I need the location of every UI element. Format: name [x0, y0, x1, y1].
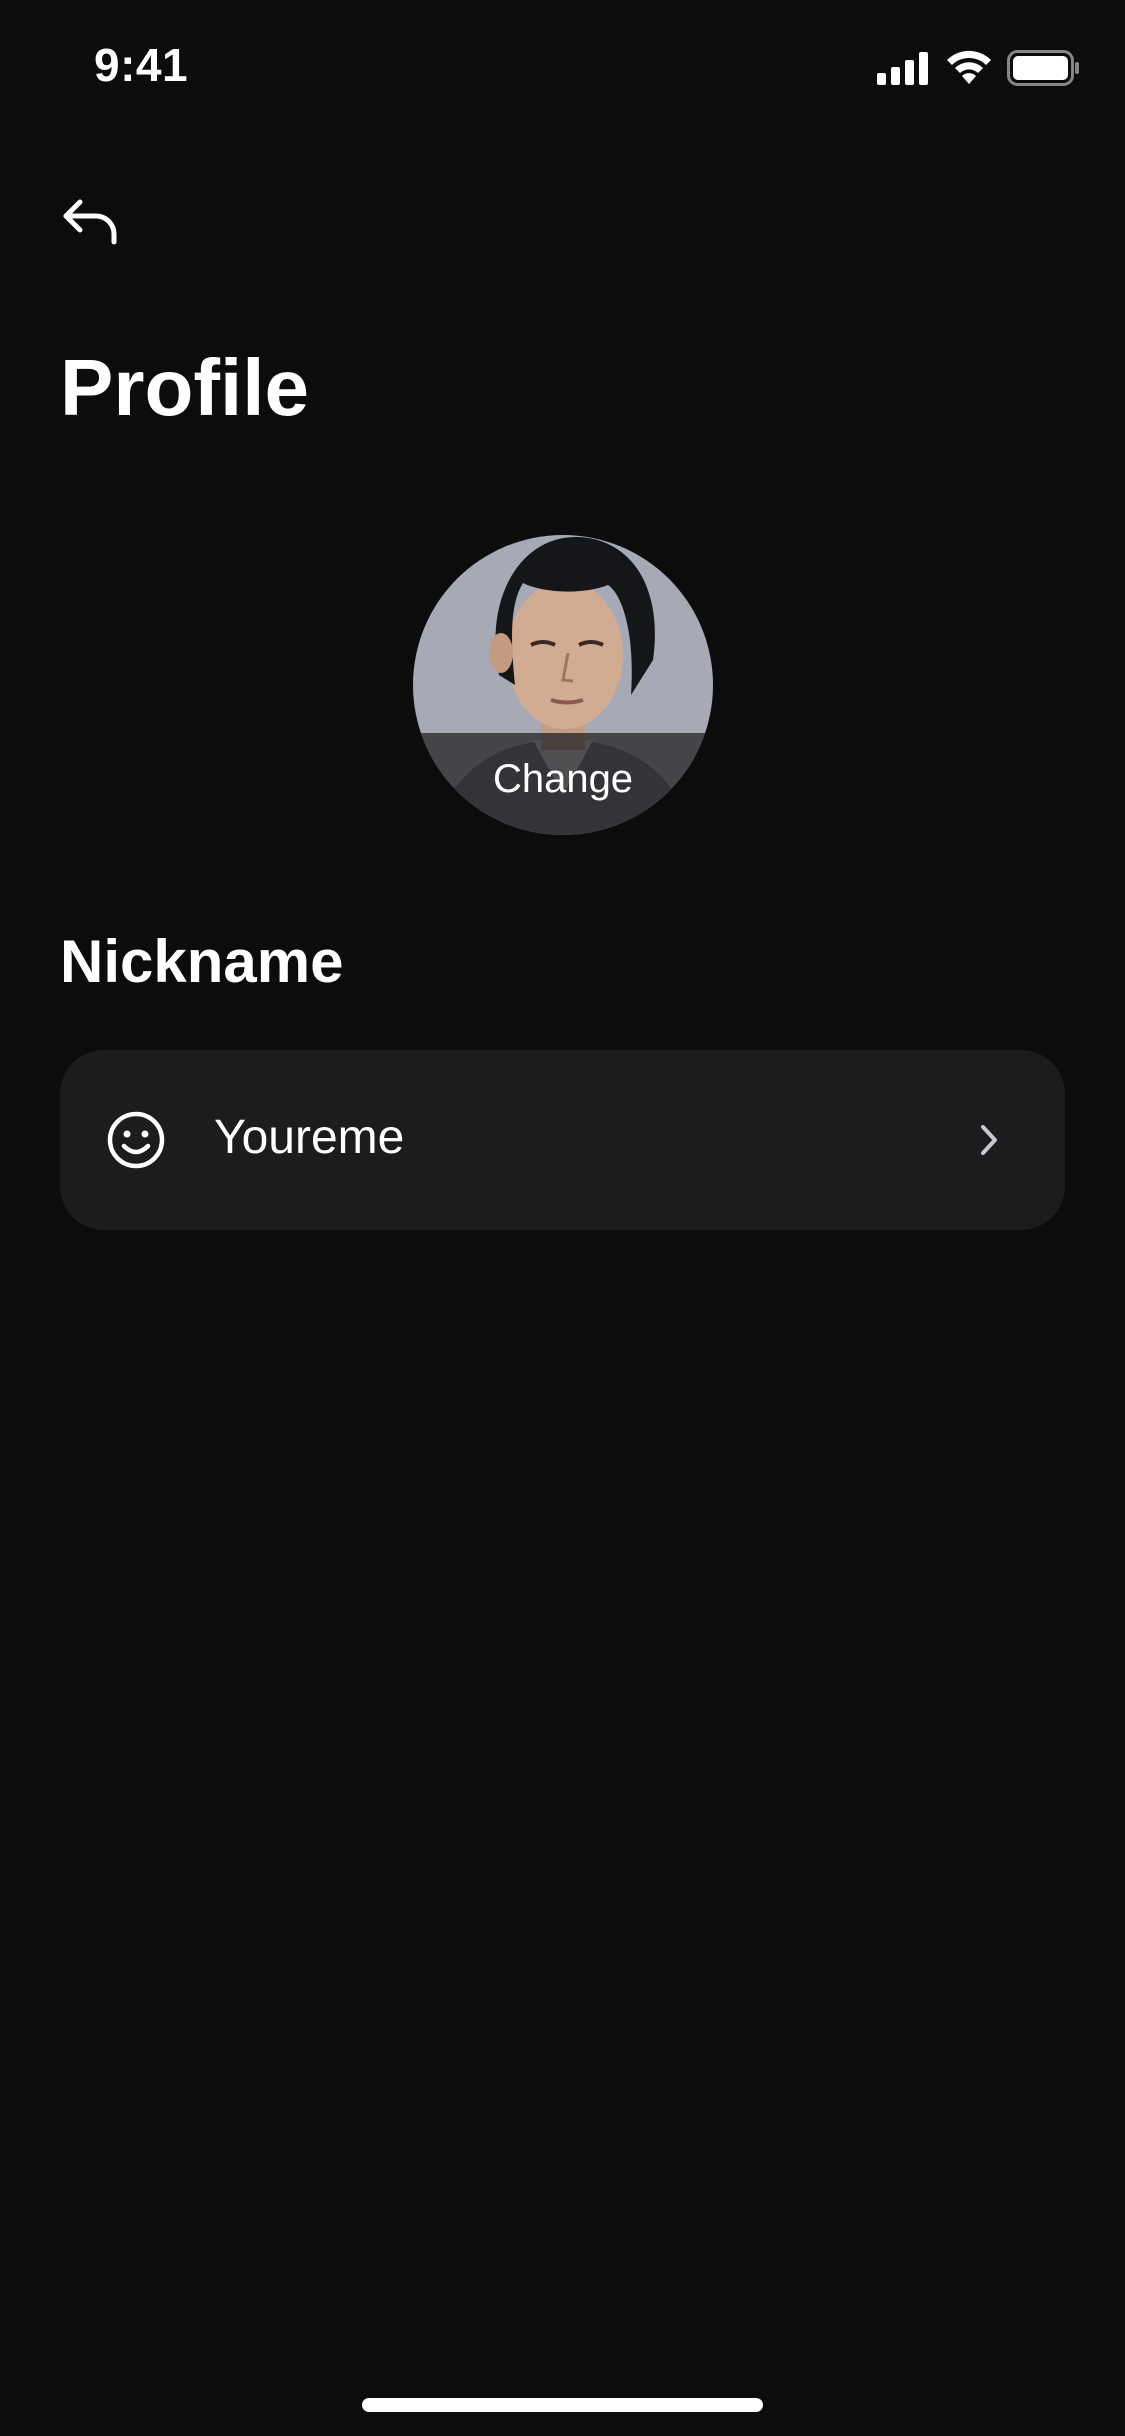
status-icons — [877, 50, 1081, 86]
smiley-icon — [107, 1111, 165, 1169]
status-bar: 9:41 — [0, 0, 1125, 140]
avatar-change-overlay[interactable]: Change — [413, 733, 713, 835]
home-indicator[interactable] — [362, 2398, 763, 2412]
avatar[interactable]: Change — [413, 535, 713, 835]
nickname-section-title: Nickname — [60, 928, 344, 995]
chevron-right-icon — [981, 1125, 997, 1155]
back-button[interactable] — [54, 186, 126, 258]
avatar-change-label: Change — [492, 757, 634, 801]
wifi-icon — [947, 50, 991, 84]
nickname-value: Youreme — [214, 1111, 405, 1164]
status-time: 9:41 — [94, 39, 189, 91]
battery-icon — [1007, 50, 1079, 86]
back-arrow-icon — [63, 199, 117, 245]
nickname-row[interactable]: Youreme — [60, 1050, 1065, 1230]
page-title: Profile — [60, 343, 309, 432]
cellular-signal-icon — [877, 52, 928, 85]
